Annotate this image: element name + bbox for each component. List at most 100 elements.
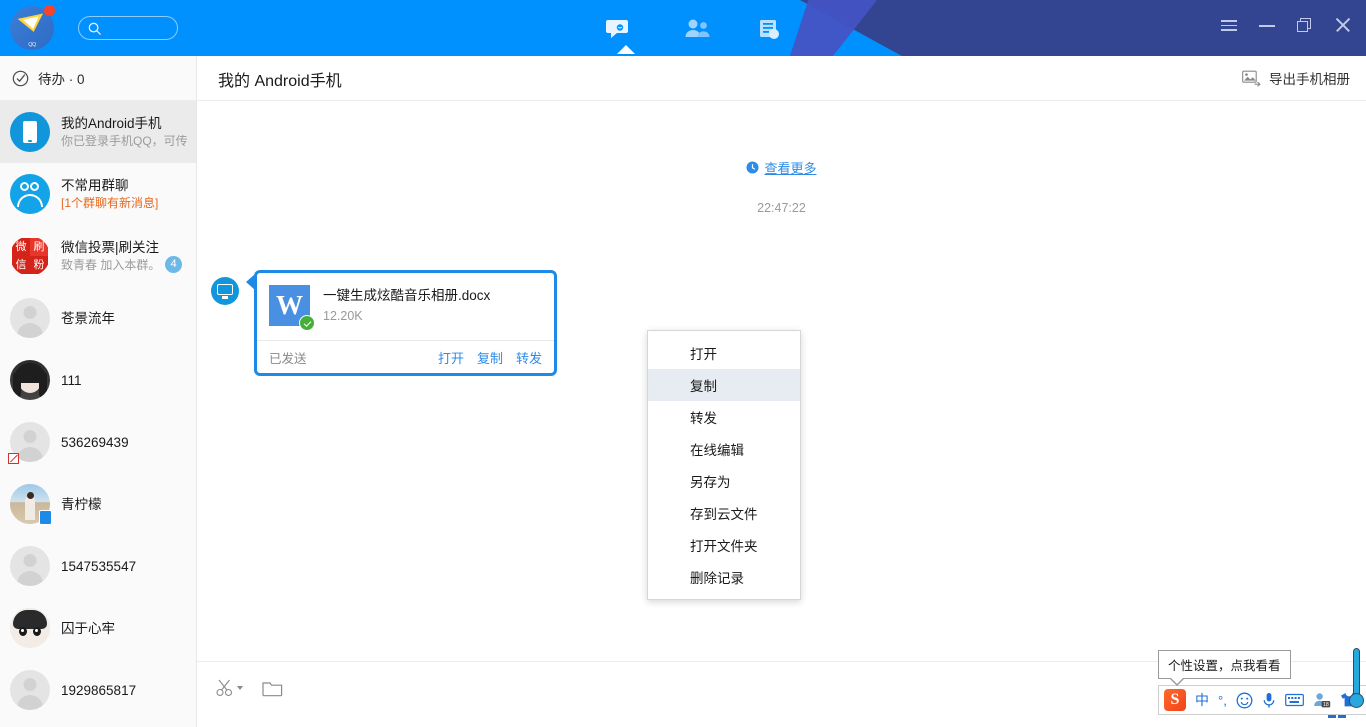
contact-name: 不常用群聊 [61,178,129,193]
contact-list-item[interactable]: 青柠檬 [0,473,196,535]
contact-list-item[interactable]: 不常用群聊 [1个群聊有新消息] [0,163,196,225]
contact-list-item[interactable]: 苍景流年 [0,287,196,349]
view-more-row: 查看更多 [197,158,1366,177]
window-controls [1220,16,1352,34]
chat-panel: 我的 Android手机 导出手机相册 查看更多 22:47:22 W 一键生成… [197,56,1366,727]
punctuation-icon[interactable]: °, [1218,693,1227,708]
chinese-mode-icon[interactable]: 中 [1195,690,1209,710]
avatar [8,422,50,464]
contact-list-item[interactable]: 536269439 [0,411,196,473]
tab-news[interactable] [746,12,792,46]
chat-bubble-icon [606,20,628,38]
context-menu-item[interactable]: 打开 [648,337,800,369]
input-tool-icons [215,678,283,697]
mobile-online-icon [39,510,52,525]
check-circle-icon [12,70,29,86]
unread-count-badge: 4 [165,256,182,273]
contact-name: 我的Android手机 [61,116,162,131]
page-title: 我的 Android手机 [218,73,342,90]
file-action-links: 打开 复制 转发 [438,348,542,367]
ime-toolbar: 中 °, [1158,685,1366,715]
avatar [10,546,50,586]
girl-avatar-icon [10,360,50,400]
context-menu-item[interactable]: 存到云文件 [648,497,800,529]
phone-avatar-icon [10,112,50,152]
contact-texts: 111 [61,371,196,390]
todo-label: 待办 · 0 [38,72,85,87]
avatar-caption: QQ [28,42,36,48]
avatar [10,608,50,648]
clock-icon [746,161,759,174]
contact-list-item[interactable]: 囚于心牢 [0,597,196,659]
restore-icon[interactable] [1296,16,1314,34]
avatar [10,360,50,400]
avatar [10,112,50,152]
file-action-1[interactable]: 复制 [477,348,503,367]
context-menu-item[interactable]: 另存为 [648,465,800,497]
sogou-s-icon[interactable] [1164,689,1186,711]
contact-name: 536269439 [61,434,129,450]
scissors-icon [216,679,233,697]
contact-list: 我的Android手机你已登录手机QQ，可传不常用群聊 [1个群聊有新消息] 微信刷… [0,101,196,721]
folder-icon [262,681,283,696]
message-row: W 一键生成炫酷音乐相册.docx 12.20K 已发送 打开 复制 转发 [211,225,557,376]
chat-header: 我的 Android手机 导出手机相册 [197,56,1366,101]
avatar: 微信刷粉 [10,236,50,276]
avatar [10,484,52,525]
user-badge-icon[interactable]: 18 [1313,692,1331,708]
contact-list-item[interactable]: 微信刷粉微信投票|刷关注 致青春 加入本群。 4 [0,225,196,287]
chevron-down-icon [237,685,243,690]
view-more-link[interactable]: 查看更多 [764,158,816,177]
contact-list-item[interactable]: 我的Android手机你已登录手机QQ，可传 [0,101,196,163]
contact-list-item[interactable]: 1547535547 [0,535,196,597]
file-message-bubble[interactable]: W 一键生成炫酷音乐相册.docx 12.20K 已发送 打开 复制 转发 [254,270,557,376]
contact-preview: 你已登录手机QQ，可传 [61,134,188,148]
screenshot-tool-button[interactable] [215,678,243,697]
seal-avatar-icon: 微信刷粉 [10,236,50,276]
file-name: 一键生成炫酷音乐相册.docx [323,287,491,303]
context-menu-item[interactable]: 删除记录 [648,561,800,593]
file-type-letter: W [276,290,303,320]
tab-contacts[interactable] [674,12,720,46]
file-action-0[interactable]: 打开 [438,348,464,367]
contact-texts: 536269439 [61,433,196,452]
user-avatar-logo[interactable]: QQ [10,5,55,50]
smiley-icon[interactable] [1236,692,1253,709]
message-avatar[interactable] [211,277,239,305]
file-context-menu: 打开 复制 转发 在线编辑 另存为 存到云文件 打开文件夹 删除记录 [647,330,801,600]
context-menu-item[interactable]: 转发 [648,401,800,433]
generic-avatar-icon [10,298,50,338]
avatar [10,670,50,710]
tab-messages[interactable] [596,12,642,54]
news-document-icon [760,20,779,39]
contacts-icon [685,19,710,37]
search-input[interactable] [78,16,178,40]
contact-texts: 不常用群聊 [1个群聊有新消息] [61,176,196,212]
microphone-icon[interactable] [1262,692,1276,709]
contact-name: 青柠檬 [61,496,102,512]
context-menu-item[interactable]: 在线编辑 [648,433,800,465]
file-info: W 一键生成炫酷音乐相册.docx 12.20K [257,273,554,340]
header-nav-tabs [590,8,790,56]
minimize-icon[interactable] [1258,16,1276,34]
context-menu-item[interactable]: 复制 [648,369,800,401]
file-tool-button[interactable] [262,679,283,697]
title-bar: QQ [0,0,1366,56]
todo-row[interactable]: 待办 · 0 [0,56,196,101]
message-bubble-wrap: W 一键生成炫酷音乐相册.docx 12.20K 已发送 打开 复制 转发 [246,270,557,376]
download-complete-check-icon [299,315,315,331]
avatar [10,174,50,214]
file-action-2[interactable]: 转发 [516,348,542,367]
contact-list-item[interactable]: 1929865817 [0,659,196,721]
export-phone-album-button[interactable]: 导出手机相册 [1242,68,1350,88]
close-icon[interactable] [1334,16,1352,34]
contact-list-item[interactable]: 111 [0,349,196,411]
contact-name: 囚于心牢 [61,620,115,636]
message-timestamp: 22:47:22 [757,201,806,215]
context-menu-item[interactable]: 打开文件夹 [648,529,800,561]
contact-name: 苍景流年 [61,310,115,326]
keyboard-icon[interactable] [1284,693,1304,707]
message-list: 查看更多 22:47:22 W 一键生成炫酷音乐相册.docx 12.20K 已… [197,101,1366,661]
contact-texts: 我的Android手机你已登录手机QQ，可传 [61,114,196,150]
hamburger-menu-icon[interactable] [1220,16,1238,34]
